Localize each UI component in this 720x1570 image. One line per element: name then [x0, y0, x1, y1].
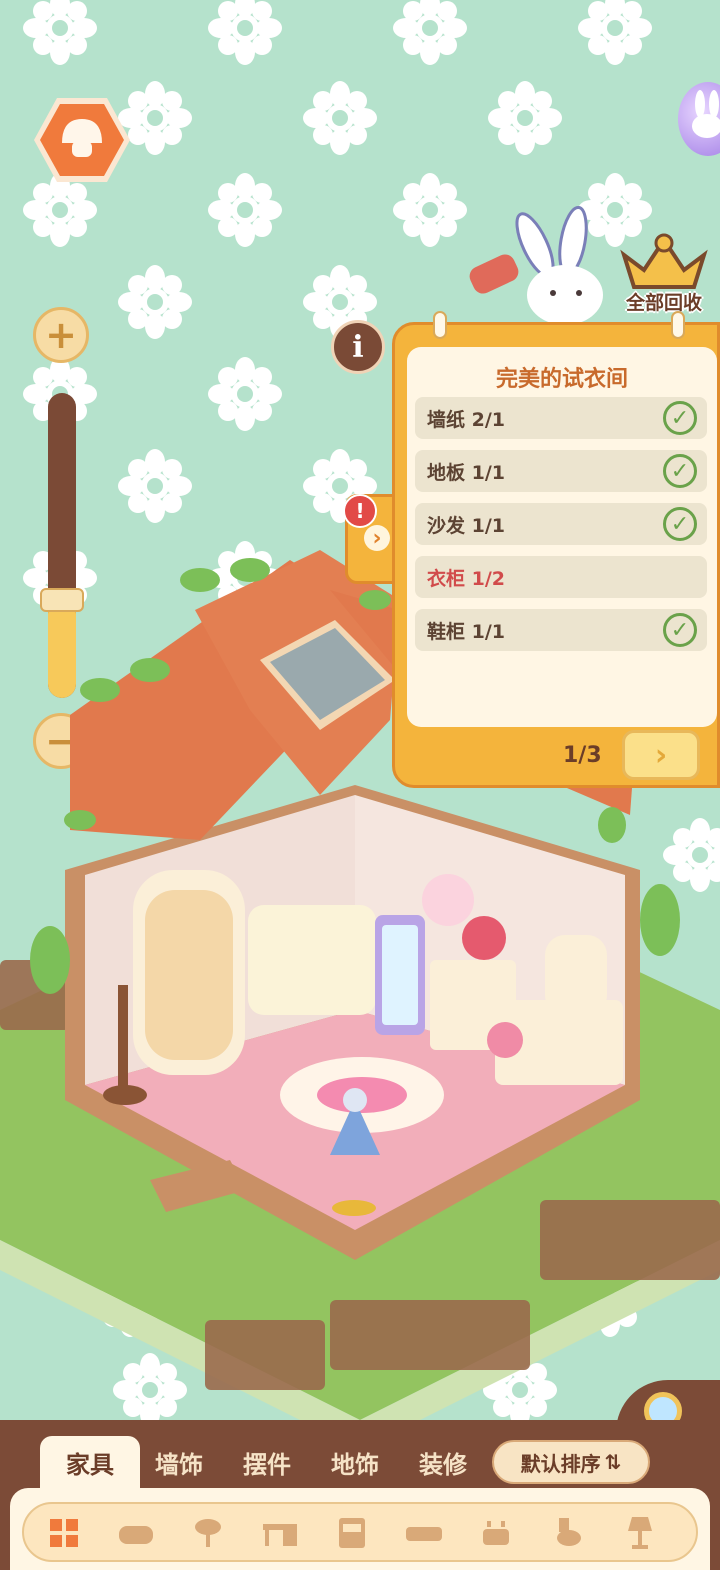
- desk-icon[interactable]: [260, 1516, 300, 1550]
- tab-2[interactable]: 摆件: [228, 1436, 306, 1488]
- task-title: 完美的试衣间: [495, 367, 628, 392]
- sort-label: 默认排序: [520, 1451, 601, 1476]
- sort-icon: ⇅: [604, 1450, 622, 1474]
- plus-icon: +: [45, 313, 77, 357]
- page-indicator: 1/3: [563, 743, 602, 768]
- requirement-label: 鞋柜 1/1: [427, 620, 505, 643]
- chevron-right-icon: ›: [654, 737, 668, 773]
- all-grid-icon[interactable]: [44, 1516, 84, 1550]
- requirement-label: 沙发 1/1: [427, 514, 505, 537]
- alert-icon: !: [343, 494, 377, 528]
- tab-4[interactable]: 装修: [404, 1436, 482, 1488]
- subcategory-bar: [22, 1502, 698, 1562]
- chevron-right-icon: ›: [364, 525, 390, 551]
- stove-icon[interactable]: [476, 1516, 516, 1550]
- lamp-icon[interactable]: [620, 1516, 660, 1550]
- requirement-row: 衣柜 1/2: [415, 556, 707, 598]
- requirement-label: 地板 1/1: [427, 461, 505, 484]
- panel-pin: [671, 311, 685, 339]
- cabinet-icon[interactable]: [332, 1516, 372, 1550]
- tab-1[interactable]: 墙饰: [140, 1436, 218, 1488]
- info-icon: i: [352, 329, 364, 365]
- requirement-row: 沙发 1/1 ✓: [415, 503, 707, 545]
- task-panel-card: 完美的试衣间 墙纸 2/1 ✓ 地板 1/1 ✓ 沙发 1/1 ✓ 衣柜 1/2 鞋柜 1/1…: [407, 347, 717, 727]
- task-panel: 完美的试衣间 墙纸 2/1 ✓ 地板 1/1 ✓ 沙发 1/1 ✓ 衣柜 1/2 鞋柜 1/1…: [392, 311, 720, 788]
- requirement-row: 墙纸 2/1 ✓: [415, 397, 707, 439]
- recycle-all-label: 全部回收: [625, 292, 702, 314]
- home-button[interactable]: [32, 95, 132, 185]
- requirement-row: 鞋柜 1/1 ✓: [415, 609, 707, 651]
- check-icon: ✓: [663, 613, 697, 647]
- bunny-mascot: [469, 205, 603, 325]
- armchair-icon[interactable]: [116, 1516, 156, 1550]
- requirement-row: 地板 1/1 ✓: [415, 450, 707, 492]
- requirement-label: 墙纸 2/1: [427, 408, 505, 431]
- zoom-in-button[interactable]: +: [33, 307, 89, 363]
- bunny-avatar-button[interactable]: [678, 82, 720, 156]
- bed-icon[interactable]: [404, 1516, 444, 1550]
- check-icon: ✓: [663, 454, 697, 488]
- chair-icon[interactable]: [188, 1516, 228, 1550]
- check-icon: ✓: [663, 507, 697, 541]
- tab-3[interactable]: 地饰: [316, 1436, 394, 1488]
- requirement-label: 衣柜 1/2: [427, 567, 505, 590]
- subcategory-strip: [10, 1488, 710, 1570]
- check-icon: ✓: [663, 401, 697, 435]
- toilet-icon[interactable]: [548, 1516, 588, 1550]
- sort-button[interactable]: 默认排序 ⇅: [492, 1440, 650, 1484]
- info-button[interactable]: i: [331, 320, 385, 374]
- next-page-button[interactable]: ›: [622, 730, 700, 780]
- panel-pin: [433, 311, 447, 339]
- tab-0[interactable]: 家具: [40, 1436, 140, 1488]
- bunny-icon: [692, 90, 720, 138]
- mushroom-home-icon: [34, 98, 130, 182]
